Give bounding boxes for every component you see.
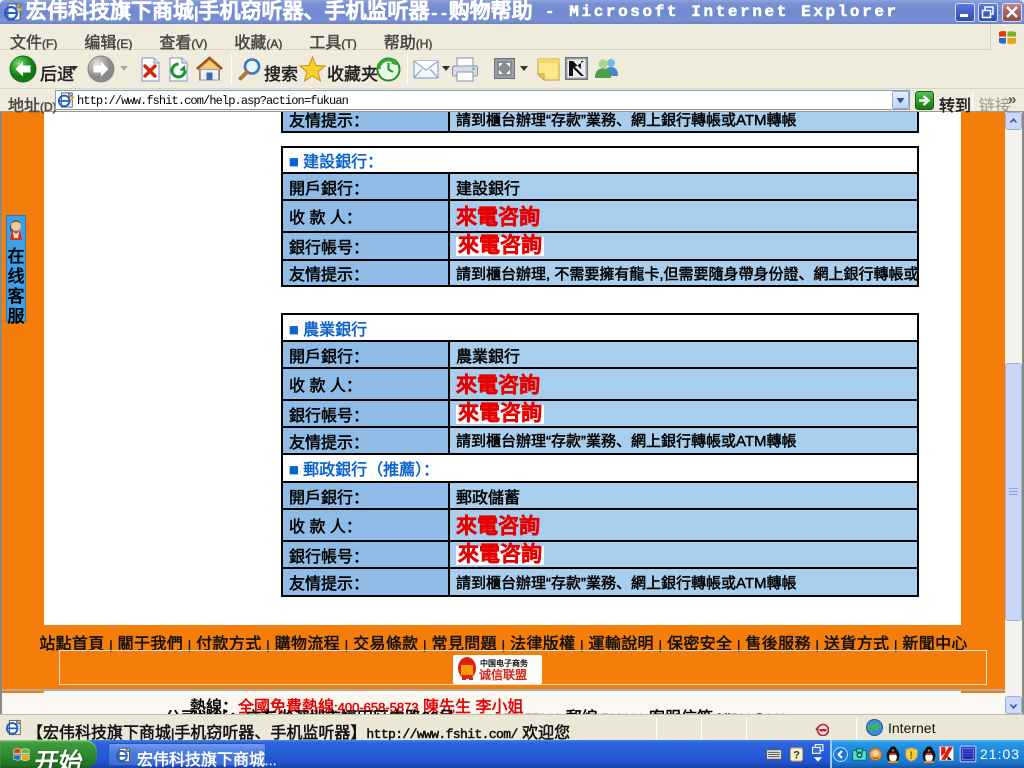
svg-text:中国电子商务: 中国电子商务 [480, 658, 529, 668]
svg-text:?: ? [793, 750, 800, 762]
svg-text:诚信联盟: 诚信联盟 [479, 667, 527, 682]
svg-text:!: ! [909, 750, 913, 762]
